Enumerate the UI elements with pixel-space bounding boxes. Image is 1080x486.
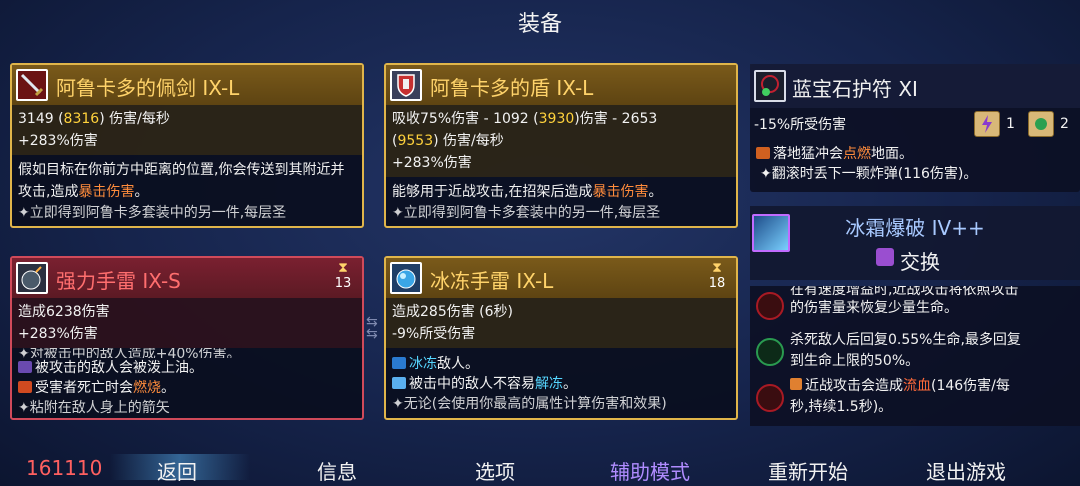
item-stats: 3149 (8316) 伤害/每秒 +283%伤害	[12, 105, 362, 155]
damage-stat: 造成285伤害 (6秒)	[392, 304, 514, 320]
oil-icon	[18, 361, 32, 373]
scroll-brutality-icon	[974, 111, 1000, 137]
mutations-panel: 在有速度增益时,近战攻击将依照攻击 的伤害量来恢复少量生命。 杀死敌人后回复0.…	[750, 286, 1080, 426]
swap-panel[interactable]: 冰霜爆破 IV++ 交换	[750, 206, 1080, 280]
amulet-stat-row: -15%所受伤害 1 2	[750, 108, 1080, 140]
mutation-text-cut: 在有速度增益时,近战攻击将依照攻击	[790, 286, 1019, 298]
mutation-text-line1: 杀死敌人后回复0.55%生命,最多回复	[790, 332, 1021, 348]
ice-icon	[392, 377, 406, 389]
mutation-text-line1: 近战攻击会造成流血(146伤害/每	[790, 376, 1080, 397]
item-description: 能够用于近战攻击,在招架后造成暴击伤害。	[392, 184, 663, 200]
swap-button[interactable]: 交换	[900, 246, 940, 275]
amulet-effect-bomb: ✦翻滚时丢下一颗炸弹(116伤害)。	[760, 166, 978, 182]
amulet-effect-ignite: 落地猛冲会点燃地面。	[750, 144, 1080, 164]
hourglass-icon: ⧗	[712, 260, 722, 276]
item-stats: 造成285伤害 (6秒) -9%所受伤害	[386, 298, 736, 348]
damage-stat: 造成6238伤害	[18, 304, 110, 320]
cooldown-timer: ⧗ 13	[330, 260, 356, 291]
scroll-count-2: 2	[1060, 116, 1069, 132]
scroll-survival-icon	[1028, 111, 1054, 137]
shield-icon	[390, 69, 422, 101]
card-header: 阿鲁卡多的盾 IX-L	[386, 65, 736, 105]
item-name: 冰冻手雷 IX-L	[430, 269, 554, 293]
item-stats: 吸收75%伤害 - 1092 (3930)伤害 - 2653 (9553) 伤害…	[386, 105, 736, 177]
swap-arrows-icon: ⇆ ⇆	[366, 314, 378, 342]
item-name: 强力手雷 IX-S	[56, 269, 181, 293]
cut-text-top: ✦对被击中的敌人造成+40%伤害。	[18, 348, 241, 358]
dps-stat: 3149 (8316) 伤害/每秒	[18, 111, 170, 127]
weapon-card-shield[interactable]: 阿鲁卡多的盾 IX-L 吸收75%伤害 - 1092 (3930)伤害 - 26…	[384, 63, 738, 228]
score-counter: 161110	[26, 456, 103, 480]
blade-icon	[790, 378, 802, 390]
mutation-text: 的伤害量来恢复少量生命。	[790, 300, 958, 316]
item-description: 假如目标在你前方中距离的位置,你会传送到其附近并攻击,造成暴击伤害。	[18, 162, 345, 200]
effect-burn: 受害者死亡时会燃烧。	[12, 378, 362, 398]
amulet-name: 蓝宝石护符 XI	[792, 77, 918, 101]
mutation-bleed[interactable]: 近战攻击会造成流血(146伤害/每 秒,持续1.5秒)。	[750, 376, 1080, 422]
screen-title: 装备	[517, 12, 562, 37]
dps-stat: (9553) 伤害/每秒	[392, 133, 504, 149]
quit-button[interactable]: 退出游戏	[926, 456, 1006, 485]
effect-freeze: 冰冻敌人。	[386, 354, 736, 374]
amulet-icon	[754, 70, 786, 102]
amulet-header: 蓝宝石护符 XI	[750, 64, 1080, 108]
mutation-icon	[756, 292, 784, 320]
amulet-panel[interactable]: 蓝宝石护符 XI -15%所受伤害 1 2 落地猛冲会点燃地面。 ✦翻滚时丢下一…	[750, 64, 1080, 192]
bottom-menu: 161110 返回 信息 选项 辅助模式 重新开始 退出游戏	[0, 448, 1080, 486]
hourglass-icon: ⧗	[338, 260, 348, 276]
set-bonus-text: ✦立即得到阿鲁卡多套装中的另一件,每层圣	[392, 205, 661, 221]
card-header: 强力手雷 IX-S ⧗ 13	[12, 258, 362, 298]
swap-item-name: 冰霜爆破 IV++	[845, 216, 985, 240]
mutation-text-line2: 秒,持续1.5秒)。	[790, 399, 893, 415]
damage-reduction: -9%所受伤害	[392, 326, 476, 342]
item-stats: 造成6238伤害 +283%伤害	[12, 298, 362, 348]
mutation-text-line2: 到生命上限的50%。	[790, 353, 920, 369]
block-stat: 吸收75%伤害 - 1092 (3930)伤害 - 2653	[392, 111, 658, 127]
cut-text-bottom: ✦粘附在敌人身上的箭矢	[18, 400, 170, 416]
weapon-card-sword[interactable]: 阿鲁卡多的佩剑 IX-L 3149 (8316) 伤害/每秒 +283%伤害 假…	[10, 63, 364, 228]
snowflake-icon	[392, 357, 406, 369]
damage-bonus: +283%伤害	[392, 155, 472, 171]
assist-mode-button[interactable]: 辅助模式	[610, 456, 690, 485]
cooldown-timer: ⧗ 18	[704, 260, 730, 291]
mutation-icon	[756, 338, 784, 366]
info-button[interactable]: 信息	[317, 456, 357, 485]
sword-icon	[16, 69, 48, 101]
mutation-speed-heal[interactable]: 在有速度增益时,近战攻击将依照攻击 的伤害量来恢复少量生命。	[750, 286, 1080, 330]
mutation-kill-heal[interactable]: 杀死敌人后回复0.55%生命,最多回复 到生命上限的50%。	[750, 330, 1080, 376]
effect-oil: 被攻击的敌人会被泼上油。	[12, 358, 362, 378]
ice-bomb-icon	[390, 262, 422, 294]
bomb-icon	[16, 262, 48, 294]
card-header: 冰冻手雷 IX-L ⧗ 18	[386, 258, 736, 298]
damage-bonus: +283%伤害	[18, 326, 98, 342]
effect-thaw: 被击中的敌人不容易解冻。	[386, 374, 736, 394]
cut-text-bottom: ✦无论(会使用你最高的属性计算伤害和效果)	[392, 396, 667, 412]
card-header: 阿鲁卡多的佩剑 IX-L	[12, 65, 362, 105]
skill-card-ice-grenade[interactable]: 冰冻手雷 IX-L ⧗ 18 造成285伤害 (6秒) -9%所受伤害 冰冻敌人。…	[384, 256, 738, 420]
grab-hand-icon	[876, 248, 894, 266]
fire-icon	[756, 147, 770, 159]
fire-icon	[18, 381, 32, 393]
damage-bonus: +283%伤害	[18, 133, 98, 149]
item-name: 阿鲁卡多的盾 IX-L	[430, 76, 594, 100]
options-button[interactable]: 选项	[475, 456, 515, 485]
item-name: 阿鲁卡多的佩剑 IX-L	[56, 76, 240, 100]
amulet-effect: -15%所受伤害	[754, 117, 847, 133]
set-bonus-text: ✦立即得到阿鲁卡多套装中的另一件,每层圣	[18, 205, 287, 221]
skill-card-grenade[interactable]: 强力手雷 IX-S ⧗ 13 造成6238伤害 +283%伤害 ✦对被击中的敌人造…	[10, 256, 364, 420]
scroll-count-1: 1	[1006, 116, 1015, 132]
restart-button[interactable]: 重新开始	[768, 456, 848, 485]
back-button[interactable]: 返回	[157, 456, 197, 485]
mutation-icon	[756, 384, 784, 412]
